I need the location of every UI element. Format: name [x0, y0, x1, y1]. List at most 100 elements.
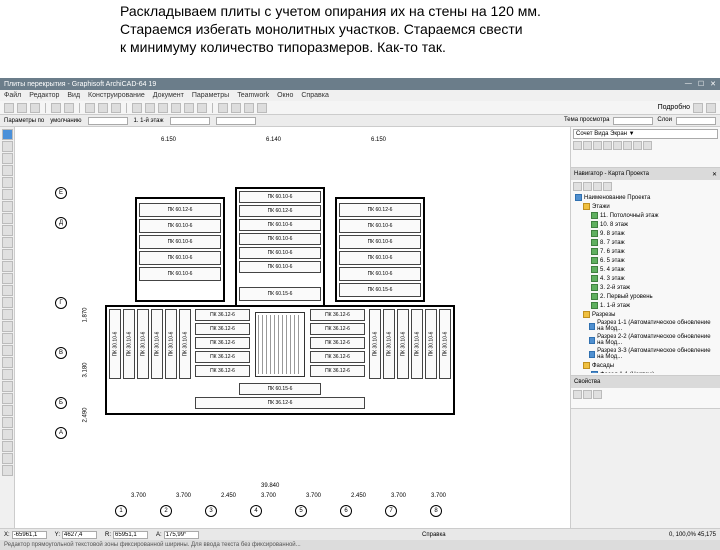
spline-tool-icon[interactable]	[2, 381, 13, 392]
opt-input[interactable]	[88, 117, 128, 125]
opt-input[interactable]	[216, 117, 256, 125]
tree-item[interactable]: Фасады	[573, 361, 718, 370]
mini-btn-icon[interactable]	[593, 141, 602, 150]
tb-tool-icon[interactable]	[132, 103, 142, 113]
tree-item[interactable]: 9. 8 этаж	[573, 229, 718, 238]
camera-tool-icon[interactable]	[2, 465, 13, 476]
mini-btn-icon[interactable]	[623, 141, 632, 150]
fill-tool-icon[interactable]	[2, 333, 13, 344]
tb-tool-icon[interactable]	[218, 103, 228, 113]
nav-tab-icon[interactable]	[603, 182, 612, 191]
tree-item[interactable]: 1. 1-й этаж	[573, 301, 718, 310]
door-tool-icon[interactable]	[2, 165, 13, 176]
marquee-tool-icon[interactable]	[2, 141, 13, 152]
maximize-icon[interactable]: ☐	[698, 80, 704, 88]
menu-window[interactable]: Окно	[277, 92, 293, 99]
panel-close-icon[interactable]: ✕	[712, 171, 717, 178]
menu-view[interactable]: Вид	[67, 92, 80, 99]
tree-item[interactable]: 6. 5 этаж	[573, 256, 718, 265]
menu-help[interactable]: Справка	[301, 92, 328, 99]
menu-options[interactable]: Параметры	[192, 92, 229, 99]
navigator-tree[interactable]: Наименование ПроектаЭтажи11. Потолочный …	[573, 193, 718, 373]
object-tool-icon[interactable]	[2, 261, 13, 272]
tb-tool-icon[interactable]	[145, 103, 155, 113]
opt-layers-input[interactable]	[676, 117, 716, 125]
mini-btn-icon[interactable]	[633, 141, 642, 150]
tb-tool-icon[interactable]	[706, 103, 716, 113]
menu-teamwork[interactable]: Teamwork	[237, 92, 269, 99]
tb-tool-icon[interactable]	[158, 103, 168, 113]
tb-tool-icon[interactable]	[244, 103, 254, 113]
tb-tool-icon[interactable]	[257, 103, 267, 113]
mini-btn-icon[interactable]	[613, 141, 622, 150]
nav-tab-icon[interactable]	[583, 182, 592, 191]
coord-y-input[interactable]	[62, 531, 97, 539]
tree-item[interactable]: 7. 6 этаж	[573, 247, 718, 256]
label-tool-icon[interactable]	[2, 321, 13, 332]
tree-item[interactable]: Разрез 2-2 (Автоматическое обновление на…	[573, 333, 718, 347]
mini-btn-icon[interactable]	[603, 141, 612, 150]
lamp-tool-icon[interactable]	[2, 273, 13, 284]
figure-tool-icon[interactable]	[2, 405, 13, 416]
tree-item[interactable]: Разрез 3-3 (Автоматическое обновление на…	[573, 347, 718, 361]
tb-tool-icon[interactable]	[171, 103, 181, 113]
opt-floor[interactable]: 1. 1-й этаж	[134, 118, 164, 124]
column-tool-icon[interactable]	[2, 189, 13, 200]
close-icon[interactable]: ✕	[710, 80, 716, 88]
tb-undo-icon[interactable]	[51, 103, 61, 113]
tree-item[interactable]: Разрезы	[573, 310, 718, 319]
tb-open-icon[interactable]	[17, 103, 27, 113]
menu-edit[interactable]: Редактор	[29, 92, 59, 99]
tb-tool-icon[interactable]	[184, 103, 194, 113]
prop-btn-icon[interactable]	[583, 390, 592, 399]
section-tool-icon[interactable]	[2, 417, 13, 428]
text-tool-icon[interactable]	[2, 309, 13, 320]
tb-redo-icon[interactable]	[64, 103, 74, 113]
tb-save-icon[interactable]	[30, 103, 40, 113]
line-tool-icon[interactable]	[2, 345, 13, 356]
view-combo[interactable]: Сочет Вида Экран ▼	[573, 129, 718, 139]
tree-item[interactable]: 3. 2-й этаж	[573, 283, 718, 292]
opt-theme-input[interactable]	[613, 117, 653, 125]
mini-btn-icon[interactable]	[583, 141, 592, 150]
worksheet-tool-icon[interactable]	[2, 453, 13, 464]
tb-tool-icon[interactable]	[197, 103, 207, 113]
mini-btn-icon[interactable]	[643, 141, 652, 150]
coord-r-input[interactable]	[113, 531, 148, 539]
beam-tool-icon[interactable]	[2, 201, 13, 212]
window-tool-icon[interactable]	[2, 177, 13, 188]
detail-tool-icon[interactable]	[2, 441, 13, 452]
coord-a-input[interactable]	[164, 531, 199, 539]
stair-tool-icon[interactable]	[2, 285, 13, 296]
tb-paste-icon[interactable]	[111, 103, 121, 113]
minimize-icon[interactable]: —	[685, 80, 692, 88]
elevation-tool-icon[interactable]	[2, 429, 13, 440]
tb-copy-icon[interactable]	[98, 103, 108, 113]
nav-tab-icon[interactable]	[593, 182, 602, 191]
coord-x-input[interactable]	[12, 531, 47, 539]
tree-item[interactable]: 5. 4 этаж	[573, 265, 718, 274]
tb-new-icon[interactable]	[4, 103, 14, 113]
menu-file[interactable]: Файл	[4, 92, 21, 99]
mini-btn-icon[interactable]	[573, 141, 582, 150]
menu-document[interactable]: Документ	[153, 92, 184, 99]
tree-item[interactable]: 10. 8 этаж	[573, 220, 718, 229]
slab-tool-icon[interactable]	[2, 213, 13, 224]
tree-item[interactable]: Наименование Проекта	[573, 193, 718, 202]
tree-item[interactable]: 2. Первый уровень	[573, 292, 718, 301]
menu-design[interactable]: Конструирование	[88, 92, 145, 99]
roof-tool-icon[interactable]	[2, 225, 13, 236]
wall-tool-icon[interactable]	[2, 153, 13, 164]
drawing-canvas[interactable]: 6.150 6.140 6.150 Е Д Г В Б А 1.870 3.18…	[15, 127, 570, 528]
zone-tool-icon[interactable]	[2, 249, 13, 260]
tree-item[interactable]: Фасад 1-1 (Чертеж)	[573, 370, 718, 373]
nav-tab-icon[interactable]	[573, 182, 582, 191]
tree-item[interactable]: 8. 7 этаж	[573, 238, 718, 247]
tree-item[interactable]: 11. Потолочный этаж	[573, 211, 718, 220]
dimension-tool-icon[interactable]	[2, 297, 13, 308]
arc-tool-icon[interactable]	[2, 357, 13, 368]
tree-item[interactable]: 4. 3 этаж	[573, 274, 718, 283]
prop-btn-icon[interactable]	[593, 390, 602, 399]
tb-tool-icon[interactable]	[693, 103, 703, 113]
tree-item[interactable]: Этажи	[573, 202, 718, 211]
